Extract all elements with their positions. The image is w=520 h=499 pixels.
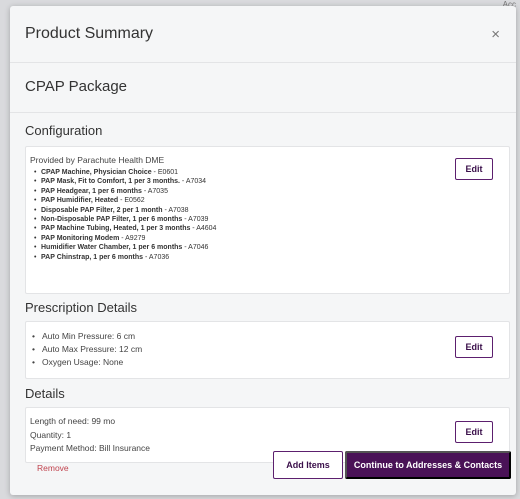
configuration-item-code: - A7035	[141, 187, 168, 195]
divider	[10, 112, 516, 113]
prescription-item: Oxygen Usage: None	[30, 356, 142, 369]
modal-title: Product Summary	[25, 25, 154, 42]
configuration-item-code: - A4604	[190, 225, 217, 233]
configuration-item-name: Disposable PAP Filter, 2 per 1 month	[41, 206, 163, 214]
configuration-item: Humidifier Water Chamber, 1 per 6 months…	[30, 243, 450, 253]
configuration-item: PAP Monitoring Modem - A9279	[30, 234, 450, 244]
continue-button[interactable]: Continue to Addresses & Contacts	[345, 451, 511, 479]
add-items-button[interactable]: Add Items	[273, 451, 343, 479]
configuration-card: Provided by Parachute Health DME CPAP Ma…	[25, 146, 510, 294]
length-of-need: Length of need: 99 mo	[30, 416, 116, 426]
configuration-item-name: PAP Machine Tubing, Heated, 1 per 3 mont…	[41, 225, 191, 233]
quantity: Quantity: 1	[30, 429, 72, 440]
provider-text: Provided by Parachute Health DME	[30, 155, 165, 165]
remove-link[interactable]: Remove	[37, 463, 69, 473]
configuration-item: PAP Machine Tubing, Heated, 1 per 3 mont…	[30, 224, 450, 234]
configuration-item: PAP Humidifier, Heated - E0562	[30, 196, 450, 206]
prescription-item: Auto Max Pressure: 12 cm	[30, 343, 142, 356]
configuration-item-name: PAP Humidifier, Heated	[41, 197, 119, 205]
configuration-item: PAP Headgear, 1 per 6 months - A7035	[30, 187, 450, 197]
configuration-item: PAP Mask, Fit to Comfort, 1 per 3 months…	[30, 177, 450, 187]
configuration-item: CPAP Machine, Physician Choice - E0601	[30, 168, 450, 178]
configuration-item-name: CPAP Machine, Physician Choice	[41, 169, 152, 176]
package-title: CPAP Package	[25, 78, 128, 95]
configuration-item-code: - A7039	[182, 216, 209, 224]
modal-header: Product Summary ×	[10, 6, 516, 63]
configuration-item-code: - A9279	[119, 234, 146, 242]
configuration-item-name: Non-Disposable PAP Filter, 1 per 6 month…	[41, 216, 183, 224]
configuration-section-title: Configuration	[25, 123, 103, 138]
configuration-item-name: PAP Monitoring Modem	[41, 234, 120, 242]
configuration-item-code: - E0562	[118, 197, 145, 205]
configuration-item-code: - A7038	[162, 206, 189, 214]
configuration-item-list: CPAP Machine, Physician Choice - E0601PA…	[30, 168, 450, 262]
prescription-card: Auto Min Pressure: 6 cmAuto Max Pressure…	[25, 321, 510, 379]
product-summary-modal: Product Summary × CPAP Package Configura…	[10, 6, 516, 495]
configuration-item-name: PAP Chinstrap, 1 per 6 months	[41, 253, 144, 261]
edit-details-button[interactable]: Edit	[455, 421, 493, 443]
close-icon[interactable]: ×	[491, 26, 500, 43]
prescription-item-list: Auto Min Pressure: 6 cmAuto Max Pressure…	[30, 330, 142, 369]
configuration-item: Non-Disposable PAP Filter, 1 per 6 month…	[30, 215, 450, 225]
modal-footer: Remove Add Items Continue to Addresses &…	[10, 451, 516, 495]
details-section-title: Details	[25, 386, 65, 401]
configuration-item-code: - A7034	[179, 178, 207, 186]
configuration-item-name: Humidifier Water Chamber, 1 per 6 months	[41, 244, 183, 252]
edit-prescription-button[interactable]: Edit	[455, 336, 493, 358]
configuration-item-code: - A7036	[143, 253, 170, 261]
configuration-item-code: - A7046	[182, 244, 209, 252]
configuration-item-name: PAP Mask, Fit to Comfort, 1 per 3 months…	[41, 178, 180, 186]
configuration-item: PAP Chinstrap, 1 per 6 months - A7036	[30, 253, 450, 263]
prescription-section-title: Prescription Details	[25, 300, 137, 315]
edit-configuration-button[interactable]: Edit	[455, 158, 493, 180]
configuration-item: Disposable PAP Filter, 2 per 1 month - A…	[30, 206, 450, 216]
configuration-item-name: PAP Headgear, 1 per 6 months	[41, 187, 142, 195]
configuration-item-code: - E0601	[151, 169, 179, 176]
prescription-item: Auto Min Pressure: 6 cm	[30, 330, 142, 343]
